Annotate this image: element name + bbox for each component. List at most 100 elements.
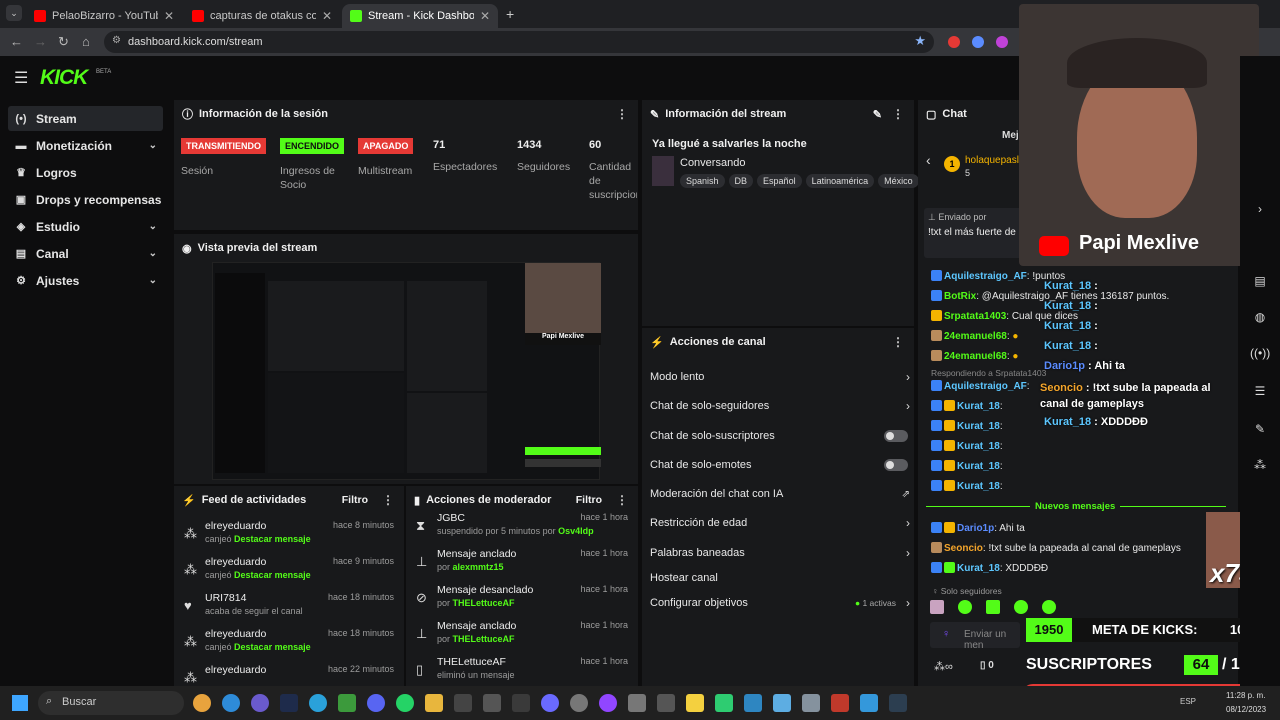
chat-user[interactable]: 24emanuel68 — [944, 331, 1007, 342]
sidebar-item-canal[interactable]: ▤ Canal ⌄ — [8, 241, 163, 266]
bookmark-star-icon[interactable]: ★ — [914, 33, 926, 49]
folder-icon[interactable] — [425, 694, 443, 712]
app-icon[interactable] — [541, 694, 559, 712]
action-modo-lento[interactable]: Modo lento › — [650, 365, 910, 389]
stream-preview-video[interactable]: Papi Mexlive — [212, 262, 601, 480]
leader-name[interactable]: holaquepasl — [965, 155, 1019, 166]
extension-icon[interactable] — [972, 36, 984, 48]
feed-user[interactable]: elreyeduardo — [205, 628, 266, 640]
action-configurar-objetivos[interactable]: Configurar objetivos ● 1 activas › — [650, 591, 910, 615]
toggle-switch[interactable] — [884, 459, 908, 471]
app-icon[interactable] — [831, 694, 849, 712]
tab-youtube-1[interactable]: PelaoBizarro - YouTube ✕ — [26, 4, 182, 28]
home-icon[interactable]: ⌂ — [82, 34, 90, 49]
sidebar-item-monetizacion[interactable]: ▬ Monetización ⌄ — [8, 133, 163, 158]
kick-logo[interactable]: KICK — [40, 66, 88, 90]
chat-user[interactable]: Srpatata1403 — [944, 311, 1006, 322]
chat-user[interactable]: Kurat_18 — [957, 441, 1000, 452]
sidebar-item-estudio[interactable]: ◈ Estudio ⌄ — [8, 214, 163, 239]
sidebar-item-drops[interactable]: ▣ Drops y recompensas — [8, 187, 163, 212]
app-icon[interactable] — [773, 694, 791, 712]
chat-user[interactable]: Kurat_18 — [957, 481, 1000, 492]
chat-settings-icon[interactable]: ⁂∞ — [934, 660, 953, 673]
emote-icon[interactable] — [986, 600, 1000, 614]
tag[interactable]: Español — [757, 174, 802, 188]
stream-category[interactable]: Conversando — [680, 157, 745, 169]
app-icon[interactable] — [570, 694, 588, 712]
photoshop-icon[interactable] — [280, 694, 298, 712]
chevron-left-icon[interactable]: ‹ — [926, 152, 931, 168]
new-messages-label[interactable]: Nuevos mensajes — [1030, 501, 1121, 512]
filter-button[interactable]: Filtro — [576, 494, 602, 506]
emote-icon[interactable] — [930, 600, 944, 614]
action-solo-seguidores[interactable]: Chat de solo-seguidores › — [650, 394, 910, 418]
app-icon[interactable] — [454, 694, 472, 712]
more-icon[interactable]: ⋮ — [892, 335, 904, 349]
chat-input[interactable]: ♀ Enviar un men — [930, 622, 1020, 651]
telegram-icon[interactable] — [309, 694, 327, 712]
app-icon[interactable] — [628, 694, 646, 712]
windows-start-icon[interactable] — [12, 695, 28, 711]
taskbar-search[interactable]: ⌕ Buscar — [38, 691, 184, 715]
chat-user[interactable]: BotRix — [944, 291, 976, 302]
back-icon[interactable]: ← — [10, 34, 23, 49]
chat-user[interactable]: Dario1p — [957, 523, 994, 534]
edge-icon[interactable] — [222, 694, 240, 712]
mod-by[interactable]: THELettuceAF — [453, 598, 515, 608]
close-icon[interactable]: ✕ — [322, 9, 332, 23]
new-tab-icon[interactable]: + — [506, 6, 514, 22]
chat-user[interactable]: 24emanuel68 — [944, 351, 1007, 362]
app-icon[interactable] — [715, 694, 733, 712]
tag[interactable]: Latinoamérica — [805, 174, 875, 188]
chat-icon[interactable]: ◍ — [1250, 310, 1270, 324]
app-icon[interactable] — [686, 694, 704, 712]
whatsapp-icon[interactable] — [396, 694, 414, 712]
clock-time[interactable]: 11:28 p. m. — [1226, 691, 1265, 700]
discord-icon[interactable] — [367, 694, 385, 712]
feed-user[interactable]: elreyeduardo — [205, 556, 266, 568]
feed-user[interactable]: elreyeduardo — [205, 520, 266, 532]
chat-user[interactable]: Seoncio — [944, 543, 983, 554]
action-palabras-baneadas[interactable]: Palabras baneadas › — [650, 541, 910, 565]
tag[interactable]: DB — [728, 174, 754, 188]
app-icon[interactable] — [599, 694, 617, 712]
chat-user[interactable]: Kurat_18 — [957, 461, 1000, 472]
app-icon[interactable] — [860, 694, 878, 712]
tag[interactable]: Spanish — [680, 174, 725, 188]
extension-icon[interactable] — [996, 36, 1008, 48]
more-icon[interactable]: ⋮ — [616, 107, 628, 121]
tab-youtube-2[interactable]: capturas de otakus con problem ✕ — [184, 4, 340, 28]
mod-by[interactable]: THELettuceAF — [453, 634, 515, 644]
mod-by[interactable]: alexmmtz15 — [453, 562, 504, 572]
app-icon[interactable] — [483, 694, 501, 712]
tag[interactable]: México — [878, 174, 919, 188]
wrench-icon[interactable]: ✎ — [1250, 422, 1270, 436]
chat-user[interactable]: Kurat_18 — [957, 421, 1000, 432]
app-icon[interactable] — [338, 694, 356, 712]
more-icon[interactable]: ⋮ — [616, 493, 628, 507]
app-icon[interactable] — [251, 694, 269, 712]
url-field[interactable]: ⚙ dashboard.kick.com/stream ★ — [104, 31, 934, 53]
app-icon[interactable] — [657, 694, 675, 712]
reload-icon[interactable]: ↻ — [58, 34, 69, 50]
mod-by[interactable]: Osv4ldp — [558, 526, 594, 536]
more-icon[interactable]: ⋮ — [382, 493, 394, 507]
sidebar-item-stream[interactable]: (•) Stream — [8, 106, 163, 131]
emote-icon[interactable] — [1042, 600, 1056, 614]
chat-user[interactable]: Kurat_18 — [957, 401, 1000, 412]
chevron-right-icon[interactable]: › — [1250, 202, 1270, 216]
chat-user[interactable]: Aquilestraigo_AF — [944, 381, 1027, 392]
more-icon[interactable]: ⋮ — [892, 107, 904, 121]
close-icon[interactable]: ✕ — [480, 9, 490, 23]
toggle-switch[interactable] — [884, 430, 908, 442]
forward-icon[interactable]: → — [34, 34, 47, 49]
emote-icon[interactable] — [958, 600, 972, 614]
broadcast-icon[interactable]: ((•)) — [1250, 346, 1270, 360]
tab-search-icon[interactable]: ⌄ — [6, 5, 22, 21]
app-icon[interactable] — [802, 694, 820, 712]
extension-icon[interactable] — [948, 36, 960, 48]
edit-icon[interactable]: ✎ — [873, 108, 882, 121]
language-indicator[interactable]: ESP — [1180, 697, 1196, 706]
action-moderacion-ia[interactable]: Moderación del chat con IA ⇗ — [650, 482, 910, 506]
site-info-icon[interactable]: ⚙ — [112, 35, 121, 46]
